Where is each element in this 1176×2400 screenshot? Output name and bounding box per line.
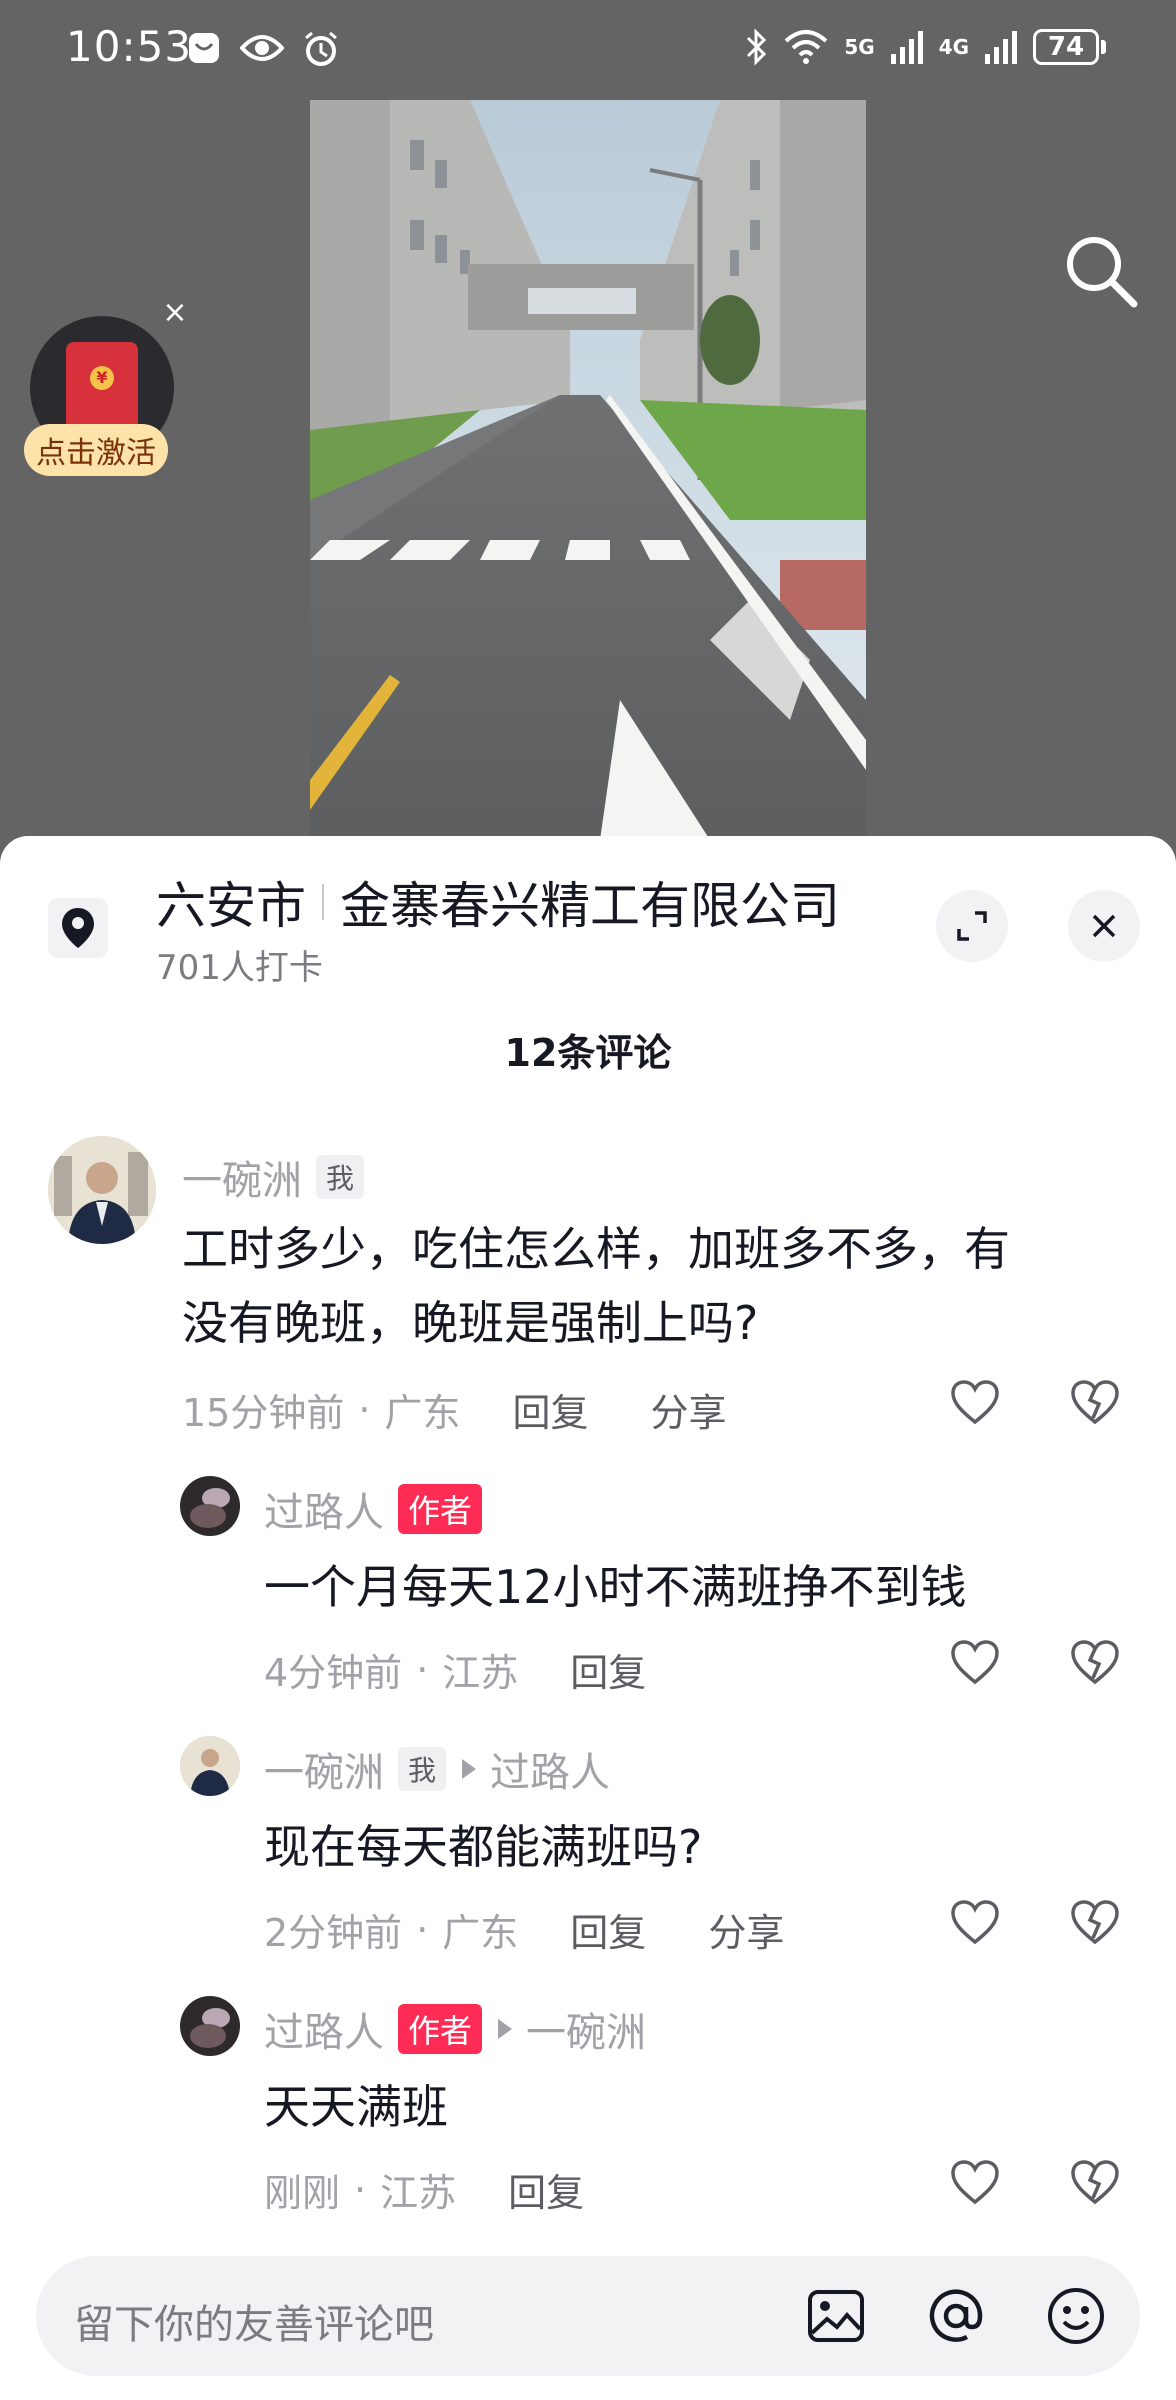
- reply-button[interactable]: 回复: [512, 1382, 588, 1437]
- comment-time: 15分钟前: [182, 1391, 345, 1435]
- like-icon[interactable]: [950, 1900, 1000, 1946]
- reply-button[interactable]: 回复: [570, 1902, 646, 1957]
- location-divider: [322, 884, 324, 920]
- avatar[interactable]: [180, 1476, 240, 1536]
- avatar[interactable]: [48, 1136, 156, 1244]
- network-4g-label: 4G: [938, 35, 969, 59]
- comment-input-placeholder: 留下你的友善评论吧: [74, 2302, 434, 2348]
- author-badge: 作者: [398, 2004, 483, 2054]
- self-badge: 我: [398, 1747, 447, 1791]
- mention-icon[interactable]: [926, 2286, 986, 2346]
- comment-author[interactable]: 一碗洲: [182, 1148, 302, 1206]
- share-button[interactable]: 分享: [708, 1902, 784, 1957]
- like-icon[interactable]: [950, 1640, 1000, 1686]
- location-title[interactable]: 六安市 金寨春兴精工有限公司: [156, 866, 840, 938]
- network-5g-label: 5G: [844, 35, 875, 59]
- comments-sheet: 六安市 金寨春兴精工有限公司 701人打卡 12条评论 一碗洲 我 工时多少，吃…: [0, 836, 1176, 2400]
- location-checkins: 701人打卡: [156, 948, 323, 988]
- signal-4g-icon: [985, 31, 1017, 64]
- red-envelope-close-icon[interactable]: ×: [160, 298, 190, 328]
- like-icon[interactable]: [950, 1380, 1000, 1426]
- comment-text: 一个月每天12小时不满班挣不到钱: [264, 1560, 967, 1614]
- comment-count: 12条评论: [504, 1031, 672, 1075]
- dislike-icon[interactable]: [1070, 1640, 1120, 1686]
- red-envelope-widget[interactable]: ¥ 点击激活: [24, 316, 180, 486]
- comment-author[interactable]: 过路人: [264, 1480, 384, 1538]
- reply-to-arrow-icon: [498, 2019, 513, 2039]
- status-time: 10:53: [66, 22, 193, 71]
- reply-button[interactable]: 回复: [508, 2162, 584, 2217]
- video-frame-image: [310, 100, 866, 840]
- comment-time: 4分钟前: [264, 1651, 403, 1695]
- battery-icon: 74: [1033, 29, 1106, 65]
- comment-text: 天天满班: [264, 2080, 448, 2134]
- comment-time: 刚刚: [264, 2171, 341, 2215]
- comment-region: 广东: [384, 1391, 461, 1435]
- comment-region: 江苏: [442, 1651, 519, 1695]
- alarm-icon: [305, 31, 337, 66]
- comment-region: 江苏: [380, 2171, 457, 2215]
- comment-text: 工时多少，吃住怎么样，加班多不多，有 没有晚班，晚班是强制上吗?: [182, 1222, 1010, 1350]
- bluetooth-icon: [747, 28, 767, 66]
- battery-level: 74: [1033, 29, 1099, 65]
- status-bar: 10:53 5G 4G 74: [0, 0, 1176, 100]
- avatar[interactable]: [180, 1736, 240, 1796]
- dislike-icon[interactable]: [1070, 1380, 1120, 1426]
- close-icon: [1092, 914, 1116, 938]
- dislike-icon[interactable]: [1070, 1900, 1120, 1946]
- comment-author[interactable]: 一碗洲: [264, 1740, 384, 1798]
- like-icon[interactable]: [950, 2160, 1000, 2206]
- self-badge: 我: [316, 1155, 365, 1199]
- status-notification-icons: [186, 30, 340, 68]
- wifi-icon: [784, 30, 828, 64]
- close-button[interactable]: [1068, 890, 1140, 962]
- emoji-icon[interactable]: [1046, 2286, 1106, 2346]
- reply-to-name[interactable]: 过路人: [490, 1740, 610, 1798]
- location-pin-icon: [48, 898, 108, 958]
- comment-time: 2分钟前: [264, 1911, 403, 1955]
- comment-region: 广东: [442, 1911, 519, 1955]
- image-icon[interactable]: [806, 2286, 866, 2346]
- comment-input[interactable]: 留下你的友善评论吧: [36, 2256, 1140, 2376]
- app-notification-icon: [189, 33, 219, 63]
- red-envelope-activate-label[interactable]: 点击激活: [24, 424, 168, 476]
- eye-icon: [240, 35, 284, 61]
- search-icon[interactable]: [1060, 230, 1140, 310]
- reply-button[interactable]: 回复: [570, 1642, 646, 1697]
- status-system-icons: 5G 4G 74: [744, 28, 1106, 66]
- reply-to-arrow-icon: [462, 1759, 477, 1779]
- comment-text: 现在每天都能满班吗?: [264, 1820, 703, 1874]
- expand-button[interactable]: [936, 890, 1008, 962]
- location-place: 金寨春兴精工有限公司: [340, 877, 840, 935]
- reply-to-name[interactable]: 一碗洲: [526, 2000, 646, 2058]
- location-city: 六安市: [156, 877, 306, 935]
- author-badge: 作者: [398, 1484, 483, 1534]
- expand-icon: [957, 911, 987, 941]
- signal-5g-icon: [890, 31, 923, 64]
- avatar[interactable]: [180, 1996, 240, 2056]
- dislike-icon[interactable]: [1070, 2160, 1120, 2206]
- share-button[interactable]: 分享: [650, 1382, 726, 1437]
- comment-author[interactable]: 过路人: [264, 2000, 384, 2058]
